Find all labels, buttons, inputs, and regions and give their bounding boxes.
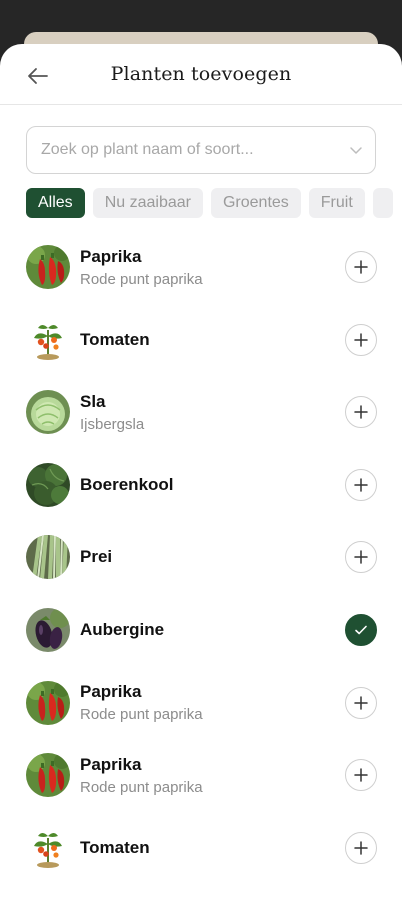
plant-variety: Ijsbergsla: [80, 415, 145, 433]
arrow-left-icon: [28, 68, 48, 84]
tomato-plant-thumbnail-icon: [26, 825, 70, 870]
tomato-plant-thumbnail-icon: [26, 317, 70, 362]
checkmark-icon: [355, 625, 367, 635]
filter-chip-nu-zaaibaar[interactable]: Nu zaaibaar: [92, 188, 203, 218]
add-plant-button[interactable]: [345, 251, 377, 283]
pepper-thumbnail-icon: [26, 245, 70, 289]
plant-text: Prei: [80, 522, 112, 592]
filter-chip-overflow[interactable]: [372, 188, 393, 218]
filter-chip-fruit[interactable]: Fruit: [308, 188, 365, 218]
add-plant-button[interactable]: [345, 323, 377, 356]
plant-name: Prei: [80, 547, 113, 567]
plant-list-item[interactable]: Paprika Rode punt paprika: [0, 232, 402, 302]
plant-name: Tomaten: [80, 329, 150, 349]
plant-variety: Rode punt paprika: [80, 706, 203, 724]
add-plant-button[interactable]: [345, 541, 377, 574]
add-plant-button[interactable]: [345, 468, 377, 501]
plant-name: Sla: [80, 391, 106, 411]
chevron-down-icon[interactable]: [349, 143, 363, 157]
pepper-thumbnail-icon: [26, 680, 70, 725]
plant-list-item[interactable]: Boerenkool: [0, 450, 402, 520]
plant-variety: Rode punt paprika: [80, 270, 203, 288]
search-field[interactable]: [26, 126, 376, 174]
kale-thumbnail-icon: [26, 462, 70, 507]
search-input[interactable]: [39, 140, 349, 160]
filter-chips: Alles Nu zaaibaar Groentes Fruit: [26, 188, 402, 218]
plus-icon: [354, 550, 368, 565]
add-plant-button[interactable]: [345, 831, 377, 864]
header: Planten toevoegen: [0, 44, 402, 105]
plant-text: Paprika Rode punt paprika: [80, 232, 203, 302]
plant-list-item[interactable]: Paprika Rode punt paprika: [0, 668, 402, 738]
plant-list-item[interactable]: Paprika Rode punt paprika: [0, 740, 402, 810]
plant-list-item[interactable]: Aubergine: [0, 595, 402, 665]
added-plant-button[interactable]: [345, 614, 377, 646]
plant-list-item[interactable]: Prei: [0, 522, 402, 592]
plus-icon: [354, 841, 368, 855]
plant-name: Paprika: [80, 754, 142, 774]
filter-chip-groentes[interactable]: Groentes: [210, 188, 301, 218]
filter-chip-alles[interactable]: Alles: [26, 188, 85, 218]
add-plant-button[interactable]: [345, 396, 377, 429]
back-button[interactable]: [26, 64, 50, 88]
plus-icon: [354, 768, 368, 782]
plant-text: Sla Ijsbergsla: [80, 377, 144, 447]
pepper-thumbnail-icon: [26, 753, 70, 798]
eggplant-thumbnail-icon: [26, 608, 70, 652]
page-title: Planten toevoegen: [110, 63, 292, 85]
plus-icon: [354, 260, 368, 274]
plus-icon: [354, 405, 368, 419]
add-plant-button[interactable]: [345, 686, 377, 719]
plant-text: Boerenkool: [80, 450, 174, 520]
plant-text: Aubergine: [80, 595, 164, 665]
plant-list-item[interactable]: Tomaten: [0, 813, 402, 883]
plus-icon: [354, 478, 368, 492]
plant-list-item[interactable]: Tomaten: [0, 305, 402, 375]
plant-list-item[interactable]: Sla Ijsbergsla: [0, 377, 402, 447]
add-plant-button[interactable]: [345, 759, 377, 792]
lettuce-thumbnail-icon: [26, 390, 70, 435]
plus-icon: [354, 695, 368, 710]
plant-text: Paprika Rode punt paprika: [80, 668, 203, 738]
add-plants-sheet: Planten toevoegen Alles Nu zaaibaar Groe…: [0, 44, 402, 899]
plant-name: Tomaten: [80, 837, 150, 857]
leek-thumbnail-icon: [26, 535, 70, 580]
plant-variety: Rode punt paprika: [80, 778, 203, 796]
plant-text: Tomaten: [80, 305, 150, 375]
plant-name: Boerenkool: [80, 474, 174, 494]
plant-text: Tomaten: [80, 813, 150, 883]
plant-name: Paprika: [80, 246, 142, 266]
plant-name: Aubergine: [80, 620, 165, 639]
plant-name: Paprika: [80, 682, 142, 702]
plant-text: Paprika Rode punt paprika: [80, 740, 203, 810]
plus-icon: [354, 332, 368, 347]
